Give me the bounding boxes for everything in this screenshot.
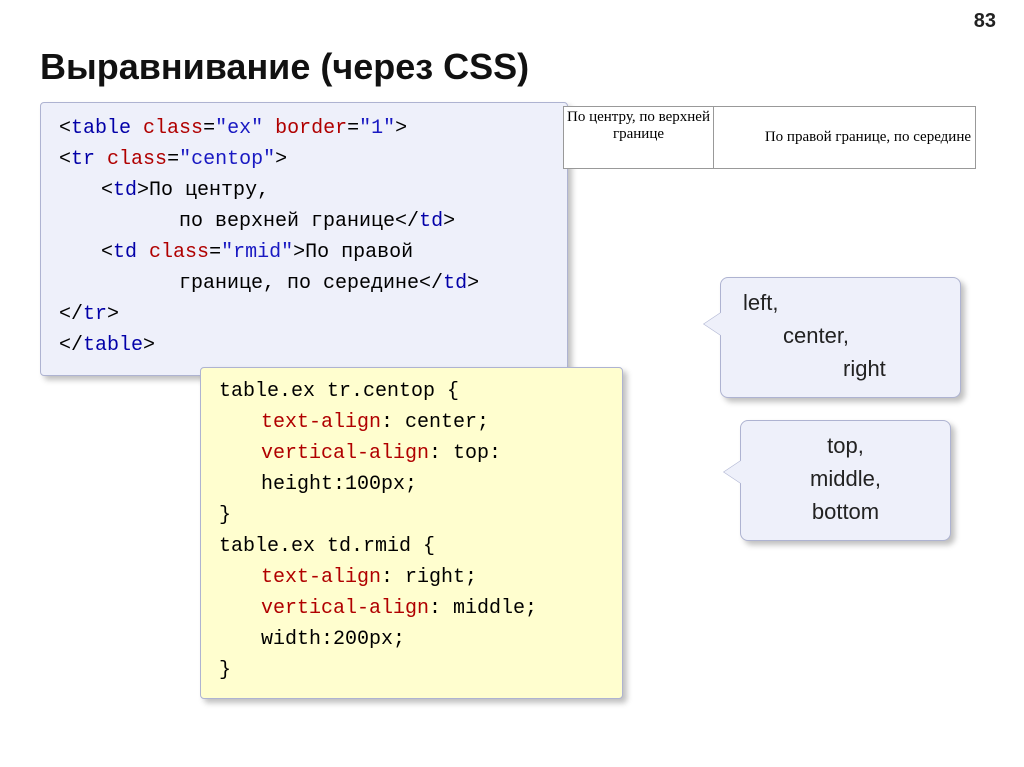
- callout-text-align-values: left, center, right: [720, 277, 961, 398]
- demo-cell-centop: По центру, по верхней границе: [564, 107, 714, 169]
- page-title: Выравнивание (через CSS): [40, 46, 529, 88]
- css-code-block: table.ex tr.centop { text-align: center;…: [200, 367, 623, 699]
- demo-cell-rmid: По правой границе, по середине: [714, 107, 976, 169]
- callout-tail-icon: [704, 312, 722, 336]
- callout-vertical-align-values: top, middle, bottom: [740, 420, 951, 541]
- callout-tail-icon: [724, 460, 742, 484]
- demo-output-table: По центру, по верхней границе По правой …: [563, 106, 976, 169]
- page-number: 83: [974, 10, 996, 33]
- html-code-block: <table class="ex" border="1"> <tr class=…: [40, 102, 568, 376]
